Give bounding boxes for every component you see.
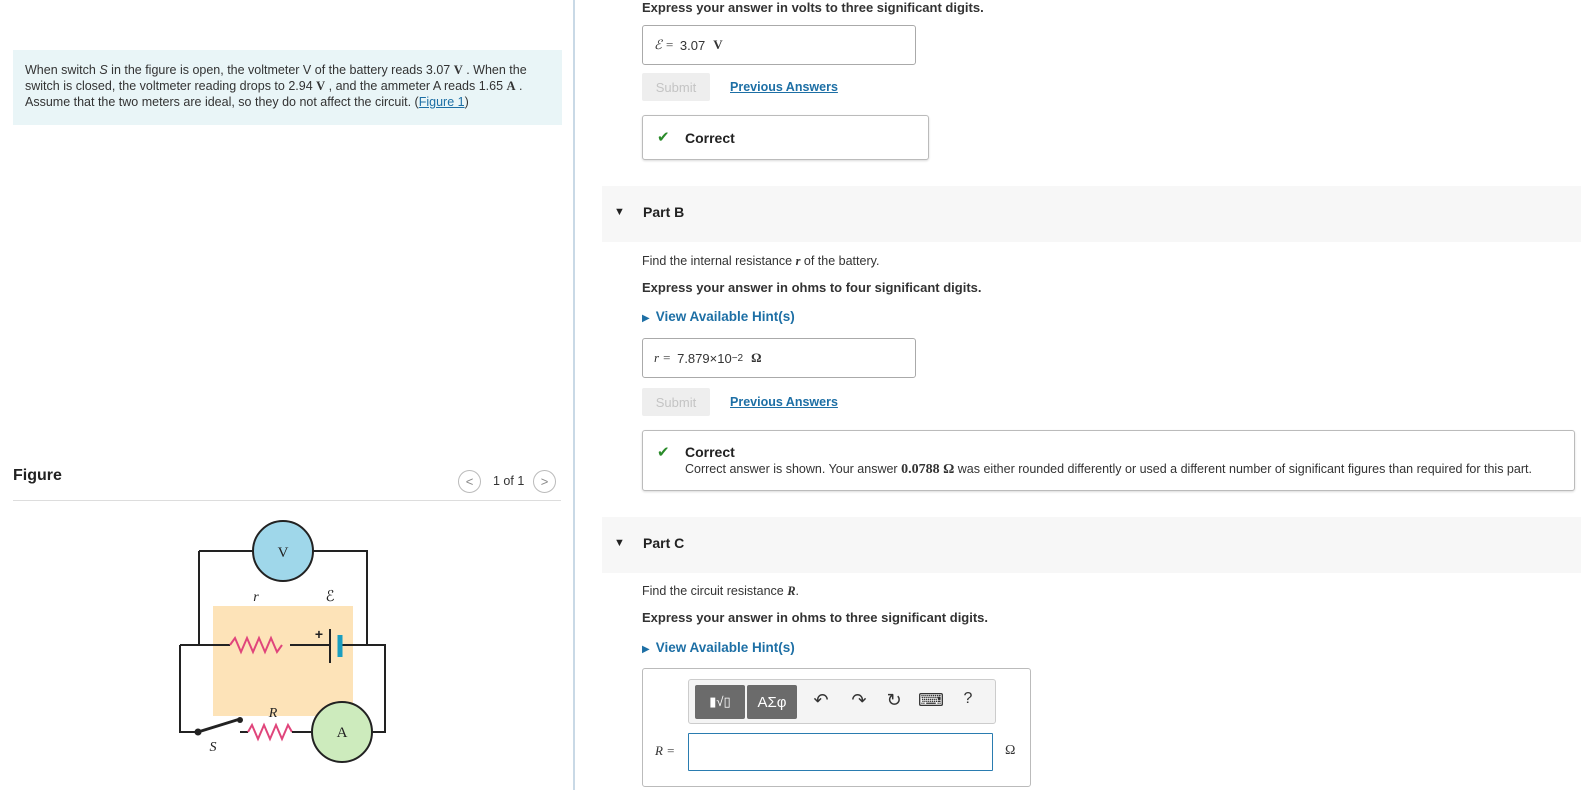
emf-label: ℰ — [325, 589, 334, 605]
part-a-answer: ℰ = 3.07 V — [642, 25, 916, 65]
answer-value: 3.07 — [679, 37, 706, 53]
figure-title: Figure — [13, 467, 62, 484]
unit-amps: A — [506, 79, 516, 93]
part-a-submit-button: Submit — [642, 73, 710, 101]
part-c-answer-editor: ▮√▯ ΑΣφ ↶ ↷ ↻ ⌨ ? R = Ω — [642, 668, 1031, 787]
part-b-header[interactable]: ▼ Part B — [602, 186, 1581, 242]
part-c-question: Find the circuit resistance R. — [642, 584, 799, 599]
part-b-instruction: Express your answer in ohms to four sign… — [642, 280, 982, 295]
undo-icon[interactable]: ↶ — [809, 690, 833, 711]
figure-prev-button[interactable]: < — [458, 470, 481, 493]
problem-text: When switch — [25, 63, 100, 77]
part-b-answer: r = 7.879×10 −2 Ω — [642, 338, 916, 378]
load-resistance-label: R — [268, 706, 278, 721]
symbols-button[interactable]: ΑΣφ — [747, 685, 797, 719]
battery-box — [213, 606, 353, 716]
help-icon[interactable]: ? — [956, 690, 980, 708]
problem-statement: When switch S in the figure is open, the… — [13, 50, 562, 125]
question-text: Find the internal resistance — [642, 254, 796, 268]
answer-unit: Ω — [1005, 743, 1016, 758]
part-a-feedback: ✔ Correct — [642, 115, 929, 160]
feedback-text: was either rounded differently or used a… — [954, 462, 1532, 476]
reset-icon[interactable]: ↻ — [882, 690, 906, 711]
math-toolbar: ▮√▯ ΑΣφ ↶ ↷ ↻ ⌨ ? — [688, 679, 996, 724]
answer-unit: V — [713, 37, 723, 52]
right-pane: Express your answer in volts to three si… — [575, 0, 1581, 790]
feedback-value: 0.0788 Ω — [901, 462, 955, 477]
redo-icon[interactable]: ↷ — [847, 690, 871, 711]
switch-symbol: S — [99, 63, 108, 77]
answer-symbol: R = — [655, 743, 675, 759]
feedback-title: Correct — [685, 130, 735, 146]
answer-symbol: r = — [654, 350, 672, 365]
answer-exponent: −2 — [731, 352, 744, 364]
switch-contact — [237, 717, 243, 723]
chevron-right-icon: > — [540, 474, 549, 489]
question-text: Find the circuit resistance — [642, 584, 788, 598]
figure-page-count: 1 of 1 — [493, 474, 525, 488]
chevron-left-icon: < — [465, 474, 474, 489]
part-b-submit-button: Submit — [642, 388, 710, 416]
feedback-text: Correct answer is shown. Your answer — [685, 462, 902, 476]
part-c-instruction: Express your answer in ohms to three sig… — [642, 610, 989, 625]
keyboard-icon[interactable]: ⌨ — [918, 690, 944, 711]
unit-volts: V — [453, 63, 463, 77]
unit-volts: V — [316, 79, 326, 93]
question-text: of the battery. — [800, 254, 880, 268]
battery-plus-label: + — [315, 626, 323, 642]
answer-unit: Ω — [751, 350, 762, 365]
part-a-instruction: Express your answer in volts to three si… — [642, 0, 984, 15]
switch-lever — [197, 717, 241, 734]
ammeter-label: A — [337, 725, 348, 741]
part-b-previous-answers-link[interactable]: Previous Answers — [730, 395, 838, 409]
hint-label: View Available Hint(s) — [655, 309, 795, 324]
check-icon: ✔ — [657, 129, 670, 146]
part-b-question: Find the internal resistance r of the ba… — [642, 254, 879, 269]
figure-divider — [13, 500, 561, 501]
figure-link[interactable]: Figure 1 — [419, 95, 465, 109]
part-c-hint-toggle[interactable]: ▶ View Available Hint(s) — [642, 640, 795, 655]
part-b-hint-toggle[interactable]: ▶ View Available Hint(s) — [642, 309, 795, 324]
answer-value: 7.879×10 — [677, 350, 732, 366]
question-text: . — [795, 584, 800, 598]
circuit-diagram: V A r ℰ + R S — [179, 520, 386, 763]
question-symbol: R — [787, 584, 796, 598]
problem-text: in the figure is open, the voltmeter V o… — [107, 63, 454, 77]
problem-text: ) — [464, 95, 469, 109]
internal-resistance-label: r — [253, 590, 259, 605]
part-b-feedback: ✔ Correct Correct answer is shown. Your … — [642, 430, 1575, 491]
left-pane: When switch S in the figure is open, the… — [0, 0, 571, 790]
radical-icon: ▮√▯ — [709, 694, 731, 709]
caret-down-icon: ▼ — [614, 206, 625, 218]
part-c-title: Part C — [643, 535, 685, 551]
hint-label: View Available Hint(s) — [655, 640, 795, 655]
check-icon: ✔ — [657, 444, 670, 461]
part-c-header[interactable]: ▼ Part C — [602, 517, 1581, 573]
figure-next-button[interactable]: > — [533, 470, 556, 493]
caret-right-icon: ▶ — [642, 313, 650, 324]
feedback-message: Correct answer is shown. Your answer 0.0… — [685, 462, 1532, 478]
switch-label: S — [210, 740, 217, 755]
templates-button[interactable]: ▮√▯ — [695, 685, 745, 719]
voltmeter-label: V — [278, 545, 289, 561]
caret-down-icon: ▼ — [614, 537, 625, 549]
part-b-title: Part B — [643, 204, 685, 220]
greek-symbols-icon: ΑΣφ — [757, 693, 787, 711]
load-resistor — [247, 722, 293, 742]
answer-symbol: ℰ = — [654, 37, 674, 52]
answer-symbol-text: R = — [655, 743, 675, 758]
part-c-answer-input[interactable] — [688, 733, 993, 771]
feedback-title: Correct — [685, 444, 735, 460]
caret-right-icon: ▶ — [642, 644, 650, 655]
problem-text: , and the ammeter A reads 1.65 — [325, 79, 507, 93]
part-a-previous-answers-link[interactable]: Previous Answers — [730, 80, 838, 94]
